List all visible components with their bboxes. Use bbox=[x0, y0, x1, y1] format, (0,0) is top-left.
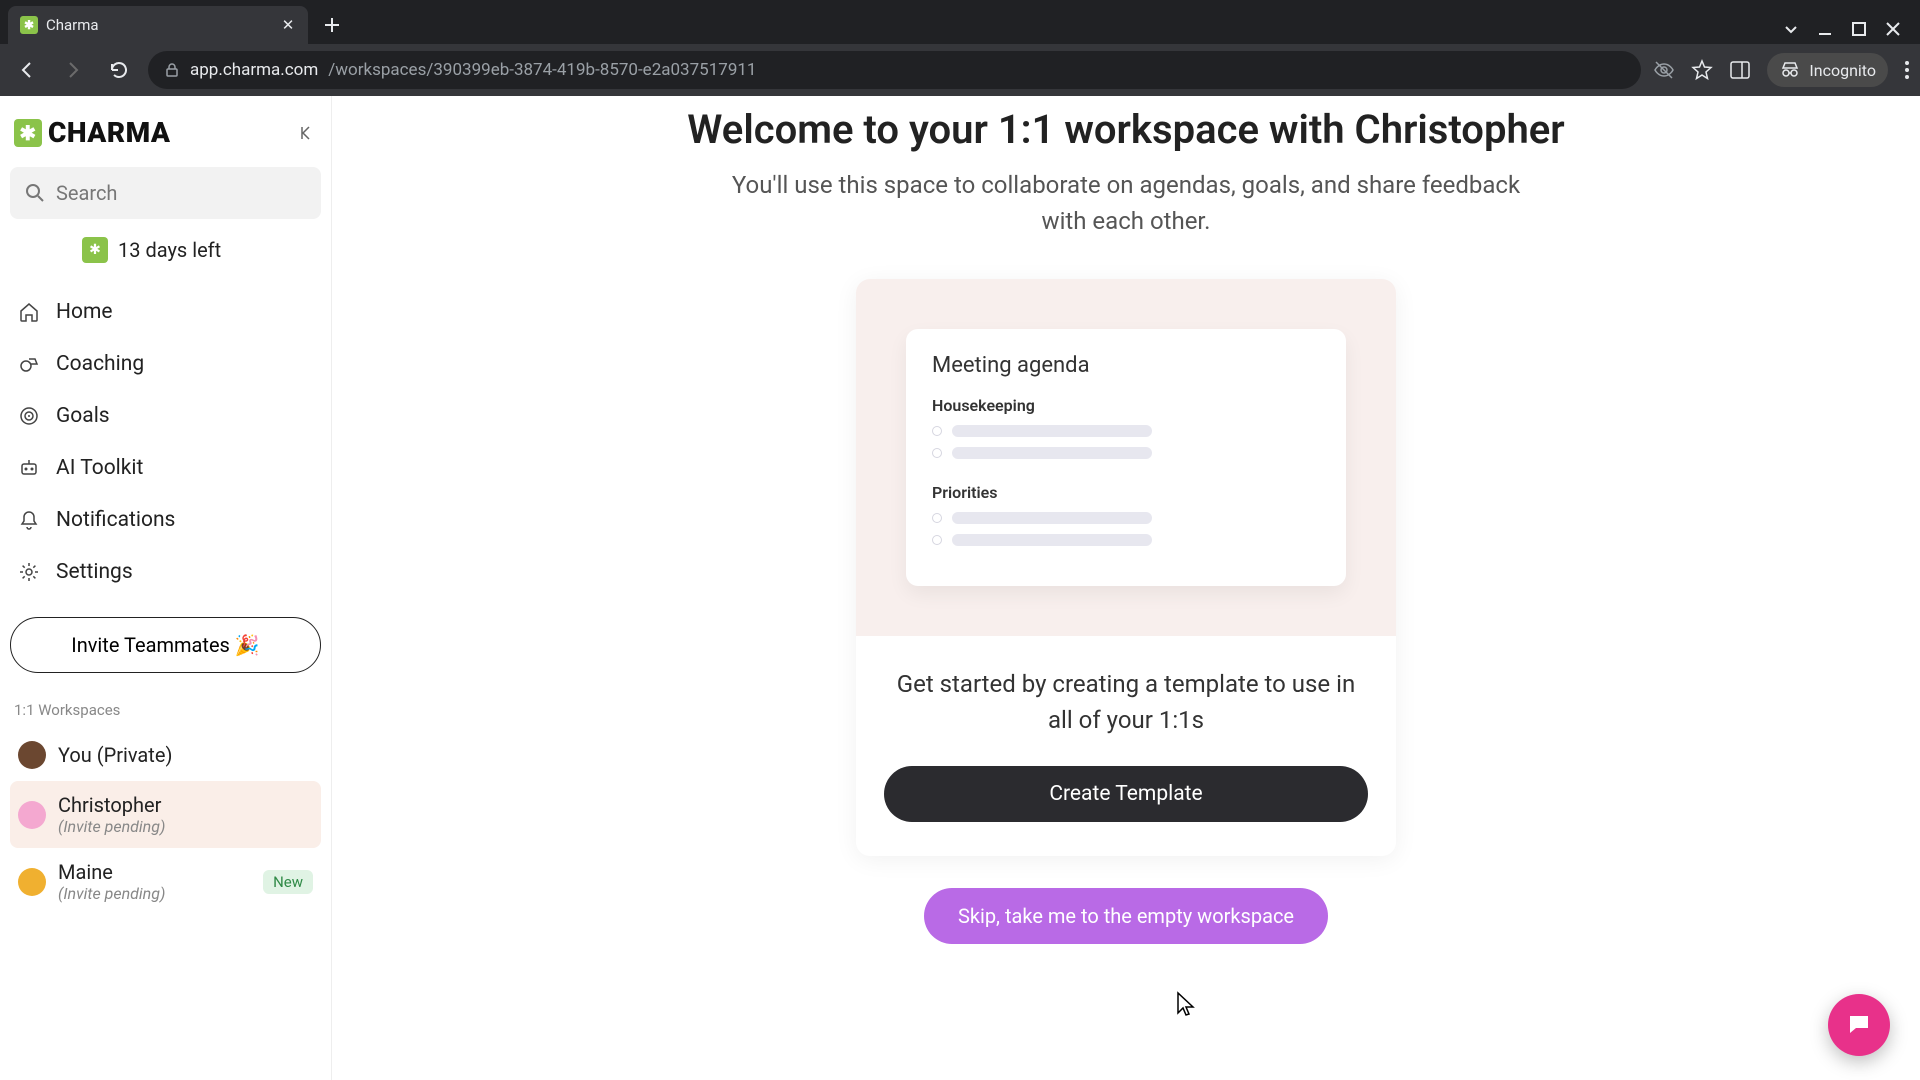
reload-button[interactable] bbox=[102, 53, 136, 87]
workspaces-header: 1:1 Workspaces bbox=[14, 701, 321, 719]
preview-title: Meeting agenda bbox=[932, 353, 1320, 378]
search-icon bbox=[24, 182, 46, 204]
section-label: Priorities bbox=[932, 483, 1320, 502]
browser-tabbar: ✱ Charma ✕ bbox=[0, 0, 1920, 44]
incognito-label: Incognito bbox=[1809, 61, 1876, 80]
brand-icon bbox=[14, 119, 42, 147]
chevron-down-icon[interactable] bbox=[1784, 22, 1798, 36]
sidebar-nav: Home Coaching Goals AI Toolkit Notificat… bbox=[10, 287, 321, 597]
gear-icon bbox=[16, 559, 42, 585]
kebab-icon[interactable] bbox=[1904, 59, 1910, 81]
agenda-preview: Meeting agenda Housekeeping Priorities bbox=[856, 279, 1396, 636]
workspace-status: (Invite pending) bbox=[58, 817, 165, 836]
browser-toolbar: app.charma.com/workspaces/390399eb-3874-… bbox=[0, 44, 1920, 96]
workspace-status: (Invite pending) bbox=[58, 884, 165, 903]
trial-label: 13 days left bbox=[118, 238, 221, 262]
window-controls bbox=[1784, 22, 1912, 44]
workspace-name: You (Private) bbox=[58, 743, 172, 767]
workspace-name: Maine bbox=[58, 860, 165, 884]
section-label: Housekeeping bbox=[932, 396, 1320, 415]
skeleton-row bbox=[932, 512, 1320, 524]
bell-icon bbox=[16, 507, 42, 533]
robot-icon bbox=[16, 455, 42, 481]
trial-days-left[interactable]: ✱ 13 days left bbox=[10, 219, 321, 281]
whistle-icon bbox=[16, 351, 42, 377]
page-subtitle: You'll use this space to collaborate on … bbox=[716, 167, 1536, 239]
incognito-icon bbox=[1779, 59, 1801, 81]
star-icon[interactable] bbox=[1691, 59, 1713, 81]
new-badge: New bbox=[263, 870, 313, 894]
chat-fab[interactable] bbox=[1828, 994, 1890, 1056]
sidebar: CHARMA Search ✱ 13 days left Home C bbox=[0, 96, 332, 1080]
minimize-icon[interactable] bbox=[1818, 22, 1832, 36]
invite-teammates-button[interactable]: Invite Teammates 🎉 bbox=[10, 617, 321, 673]
sidebar-item-goals[interactable]: Goals bbox=[10, 391, 321, 441]
page-title: Welcome to your 1:1 workspace with Chris… bbox=[687, 106, 1564, 153]
invite-label: Invite Teammates 🎉 bbox=[71, 633, 260, 657]
close-icon[interactable]: ✕ bbox=[280, 17, 296, 33]
new-tab-button[interactable] bbox=[316, 9, 348, 41]
workspace-item-you[interactable]: You (Private) bbox=[10, 729, 321, 781]
tab-favicon-icon: ✱ bbox=[20, 16, 38, 34]
panel-icon[interactable] bbox=[1729, 59, 1751, 81]
eye-off-icon[interactable] bbox=[1653, 59, 1675, 81]
search-placeholder: Search bbox=[56, 181, 117, 205]
skip-button[interactable]: Skip, take me to the empty workspace bbox=[924, 888, 1328, 944]
skeleton-row bbox=[932, 447, 1320, 459]
sidebar-item-label: Settings bbox=[56, 560, 133, 584]
chat-icon bbox=[1845, 1011, 1873, 1039]
forward-button[interactable] bbox=[56, 53, 90, 87]
sidebar-item-label: AI Toolkit bbox=[56, 456, 143, 480]
avatar bbox=[18, 801, 46, 829]
tab-title: Charma bbox=[46, 16, 272, 34]
sidebar-item-settings[interactable]: Settings bbox=[10, 547, 321, 597]
brand-text: CHARMA bbox=[48, 116, 171, 149]
sidebar-item-home[interactable]: Home bbox=[10, 287, 321, 337]
create-template-button[interactable]: Create Template bbox=[884, 766, 1368, 822]
sidebar-item-coaching[interactable]: Coaching bbox=[10, 339, 321, 389]
sidebar-item-label: Coaching bbox=[56, 352, 144, 376]
get-started-text: Get started by creating a template to us… bbox=[884, 666, 1368, 738]
back-button[interactable] bbox=[10, 53, 44, 87]
skeleton-row bbox=[932, 425, 1320, 437]
workspace-item-maine[interactable]: Maine (Invite pending) New bbox=[10, 848, 321, 915]
search-input[interactable]: Search bbox=[10, 167, 321, 219]
workspace-name: Christopher bbox=[58, 793, 165, 817]
sidebar-item-label: Goals bbox=[56, 404, 110, 428]
brand-logo[interactable]: CHARMA bbox=[14, 116, 171, 149]
browser-tab[interactable]: ✱ Charma ✕ bbox=[8, 6, 308, 44]
workspace-item-christopher[interactable]: Christopher (Invite pending) bbox=[10, 781, 321, 848]
maximize-icon[interactable] bbox=[1852, 22, 1866, 36]
collapse-sidebar-icon[interactable] bbox=[297, 123, 317, 143]
sidebar-item-label: Notifications bbox=[56, 508, 175, 532]
sidebar-item-notifications[interactable]: Notifications bbox=[10, 495, 321, 545]
avatar bbox=[18, 868, 46, 896]
main-content: Welcome to your 1:1 workspace with Chris… bbox=[332, 96, 1920, 1080]
sparkle-icon: ✱ bbox=[82, 237, 108, 263]
home-icon bbox=[16, 299, 42, 325]
incognito-chip[interactable]: Incognito bbox=[1767, 53, 1888, 87]
address-bar[interactable]: app.charma.com/workspaces/390399eb-3874-… bbox=[148, 51, 1641, 89]
sidebar-item-ai-toolkit[interactable]: AI Toolkit bbox=[10, 443, 321, 493]
cursor-icon bbox=[1174, 991, 1196, 1019]
template-card: Meeting agenda Housekeeping Priorities G… bbox=[856, 279, 1396, 856]
window-close-icon[interactable] bbox=[1886, 22, 1900, 36]
lock-icon bbox=[164, 62, 180, 78]
target-icon bbox=[16, 403, 42, 429]
avatar bbox=[18, 741, 46, 769]
url-host: app.charma.com bbox=[190, 60, 318, 80]
skeleton-row bbox=[932, 534, 1320, 546]
sidebar-item-label: Home bbox=[56, 300, 113, 324]
url-path: /workspaces/390399eb-3874-419b-8570-e2a0… bbox=[328, 60, 756, 80]
